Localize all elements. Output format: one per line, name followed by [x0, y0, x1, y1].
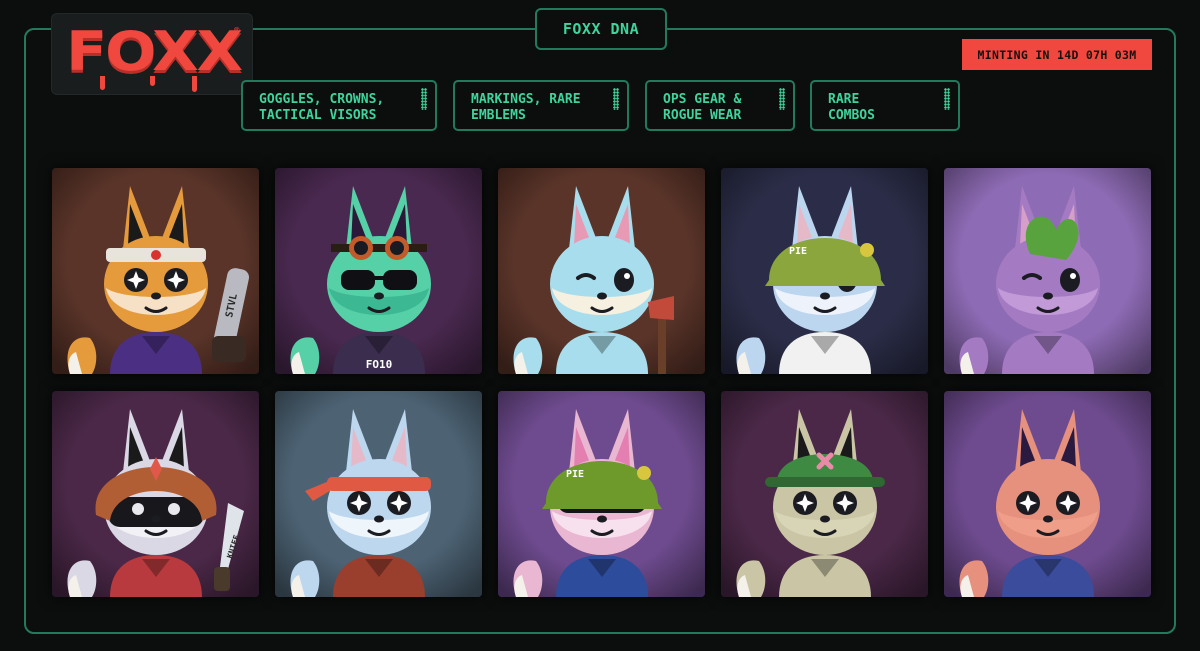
nose	[597, 292, 607, 300]
filter-label-line: ROGUE WEAR	[663, 108, 742, 123]
filter-label-line: MARKINGS, RARE	[471, 92, 581, 107]
filter-label-line: RARE	[828, 92, 860, 107]
filter-label-line: GOGGLES, CROWNS,	[259, 92, 385, 107]
nose	[151, 292, 161, 300]
filter-label-line: EMBLEMS	[471, 108, 526, 123]
head	[550, 236, 654, 332]
nft-card[interactable]: KNIFF	[52, 391, 259, 597]
nft-card[interactable]: PIE	[498, 391, 705, 597]
filter-label-line: OPS GEAR &	[663, 92, 742, 107]
nft-card[interactable]	[498, 168, 705, 374]
head	[996, 459, 1100, 555]
nose	[374, 515, 384, 523]
filter-goggles-crowns-visors[interactable]: GOGGLES, CROWNS, TACTICAL VISORS	[241, 80, 437, 131]
helmet-text: PIE	[789, 246, 807, 257]
leaf-hat	[1025, 216, 1079, 260]
nft-card[interactable]	[944, 391, 1151, 597]
minting-countdown-badge: MINTING IN 14D 07H 03M	[962, 39, 1152, 70]
goggles	[331, 244, 427, 252]
shirt-text: FO10	[366, 358, 393, 371]
filter-label-line: TACTICAL VISORS	[259, 108, 377, 123]
helmet-text: PIE	[566, 469, 584, 480]
filter-markings-emblems[interactable]: MARKINGS, RARE EMBLEMS	[453, 80, 629, 131]
drag-grip-icon	[944, 88, 950, 110]
nft-card[interactable]	[944, 168, 1151, 374]
nose	[597, 515, 607, 523]
logo-wordmark: FOXX	[66, 20, 243, 83]
registered-mark: ®	[234, 26, 240, 36]
nose	[151, 515, 161, 523]
logo-drip	[192, 76, 197, 92]
logo-drip	[100, 76, 105, 90]
bandana	[327, 477, 431, 491]
head	[327, 459, 431, 555]
drag-grip-icon	[613, 88, 619, 110]
nose	[1043, 515, 1053, 523]
nft-card[interactable]: FO10	[275, 168, 482, 374]
nft-card[interactable]: STVL	[52, 168, 259, 374]
logo[interactable]: FOXX ®	[51, 13, 253, 95]
nose	[374, 292, 384, 300]
nose	[1043, 292, 1053, 300]
nft-card[interactable]	[275, 391, 482, 597]
nose	[820, 292, 830, 300]
nose	[820, 515, 830, 523]
filter-ops-gear-rogue-wear[interactable]: OPS GEAR & ROGUE WEAR	[645, 80, 795, 131]
eye	[1060, 268, 1080, 292]
eye	[614, 268, 634, 292]
tab-foxx-dna[interactable]: FOXX DNA	[535, 8, 667, 50]
nft-card[interactable]	[721, 391, 928, 597]
filter-rare-combos[interactable]: RARE COMBOS	[810, 80, 960, 131]
filter-label-line: COMBOS	[828, 108, 875, 123]
drag-grip-icon	[779, 88, 785, 110]
drag-grip-icon	[421, 88, 427, 110]
sunglasses	[341, 270, 375, 290]
nft-card[interactable]: PIE	[721, 168, 928, 374]
logo-drip	[150, 76, 155, 86]
